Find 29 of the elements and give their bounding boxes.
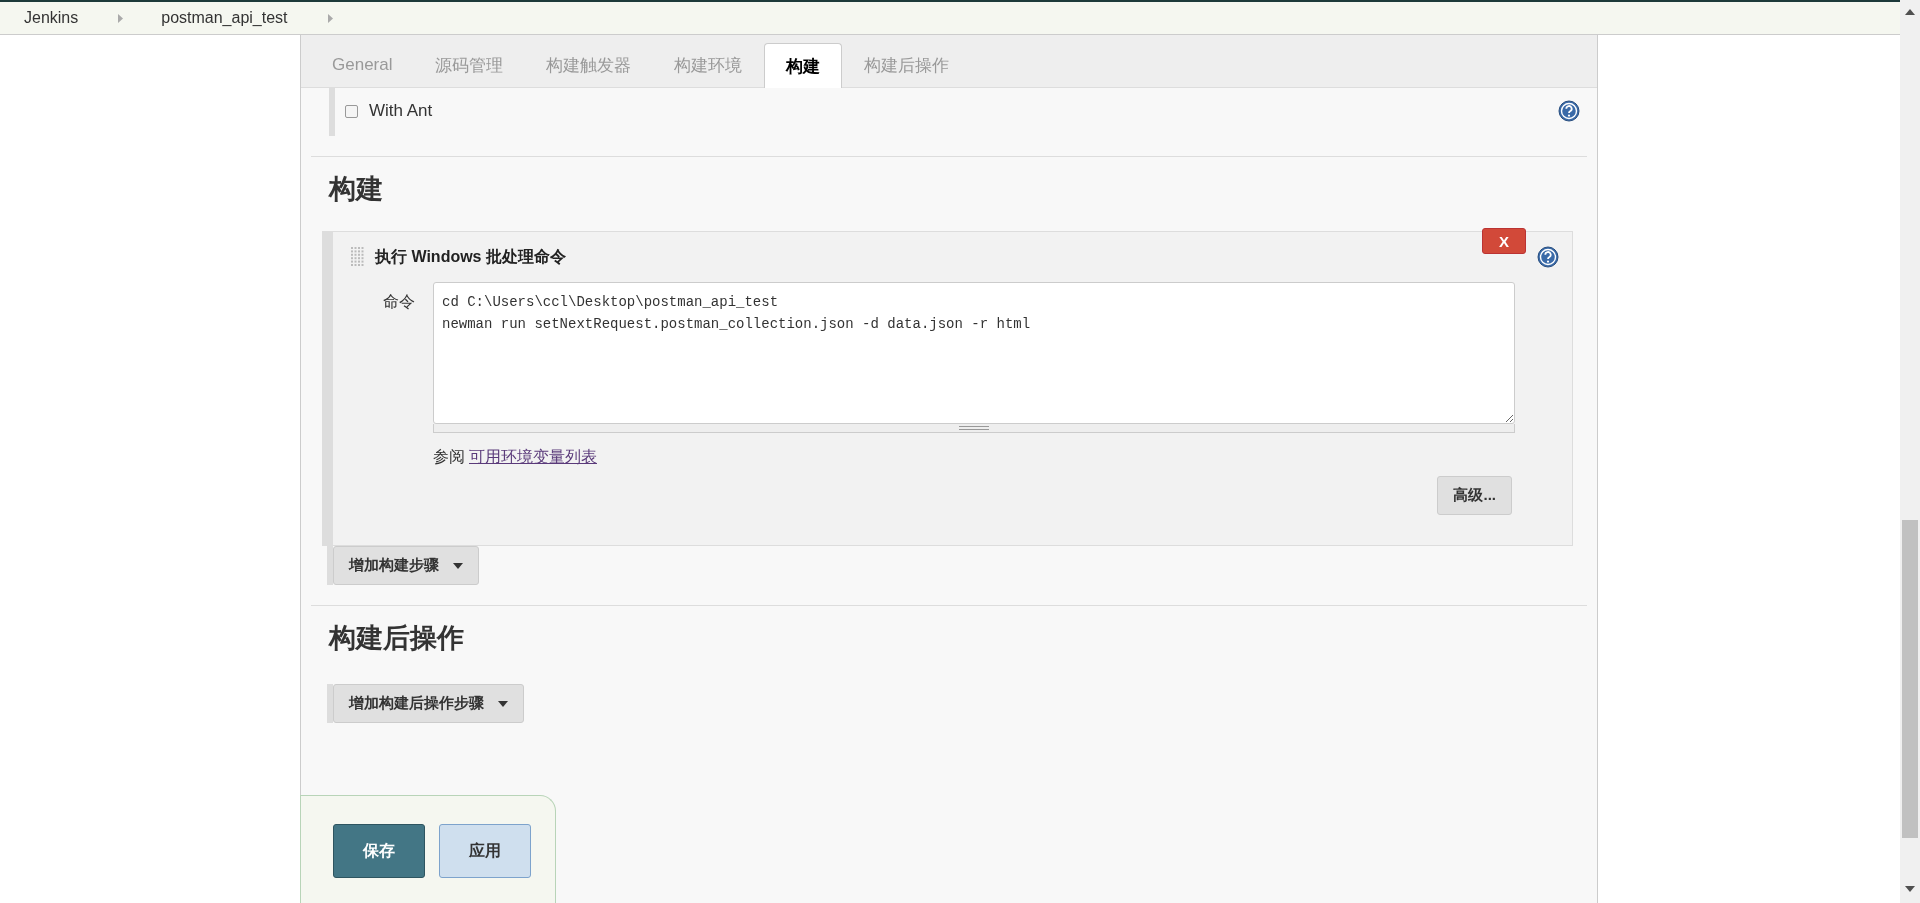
delete-button[interactable]: X [1482, 228, 1526, 254]
apply-button[interactable]: 应用 [439, 824, 531, 878]
breadcrumb-link[interactable]: postman_api_test [161, 9, 288, 27]
caret-icon [498, 700, 508, 707]
scroll-down-icon[interactable] [1905, 886, 1915, 892]
scroll-up-icon[interactable] [1905, 9, 1915, 15]
chevron-icon[interactable] [327, 13, 333, 23]
section-heading: 构建后操作 [329, 622, 465, 655]
scrollbar-thumb[interactable] [1902, 520, 1918, 838]
drag-handle-icon[interactable] [351, 247, 365, 267]
save-button[interactable]: 保存 [333, 824, 425, 878]
step-title: 执行 Windows 批处理命令 [375, 246, 567, 267]
checkbox[interactable] [345, 104, 358, 118]
field-label: 命令 [382, 292, 416, 312]
breadcrumb-link[interactable]: Jenkins [24, 9, 79, 27]
help-icon[interactable] [1558, 100, 1580, 122]
add-step-dropdown[interactable]: 增加构建步骤 [333, 546, 479, 585]
help-icon[interactable] [1537, 246, 1559, 268]
command-field[interactable]: cd C:\Users\ccl\Desktop\postman_api_test newman run setNextRequest.postman_collection.json -d data.json -r html [433, 282, 1515, 424]
env-vars-link[interactable]: 可用环境变量列表 [469, 447, 597, 468]
checkbox-label: With Ant [369, 101, 434, 121]
see-also-text: 参阅 [433, 447, 465, 467]
chevron-icon[interactable] [118, 13, 124, 23]
tab[interactable]: 构建 [764, 43, 843, 88]
advanced-button[interactable]: 高级... [1437, 476, 1512, 515]
add-step-dropdown[interactable]: 增加构建后操作步骤 [333, 684, 524, 723]
resize-grip-icon[interactable] [959, 426, 989, 430]
section-heading: 构建 [329, 173, 384, 206]
caret-icon [453, 562, 463, 569]
